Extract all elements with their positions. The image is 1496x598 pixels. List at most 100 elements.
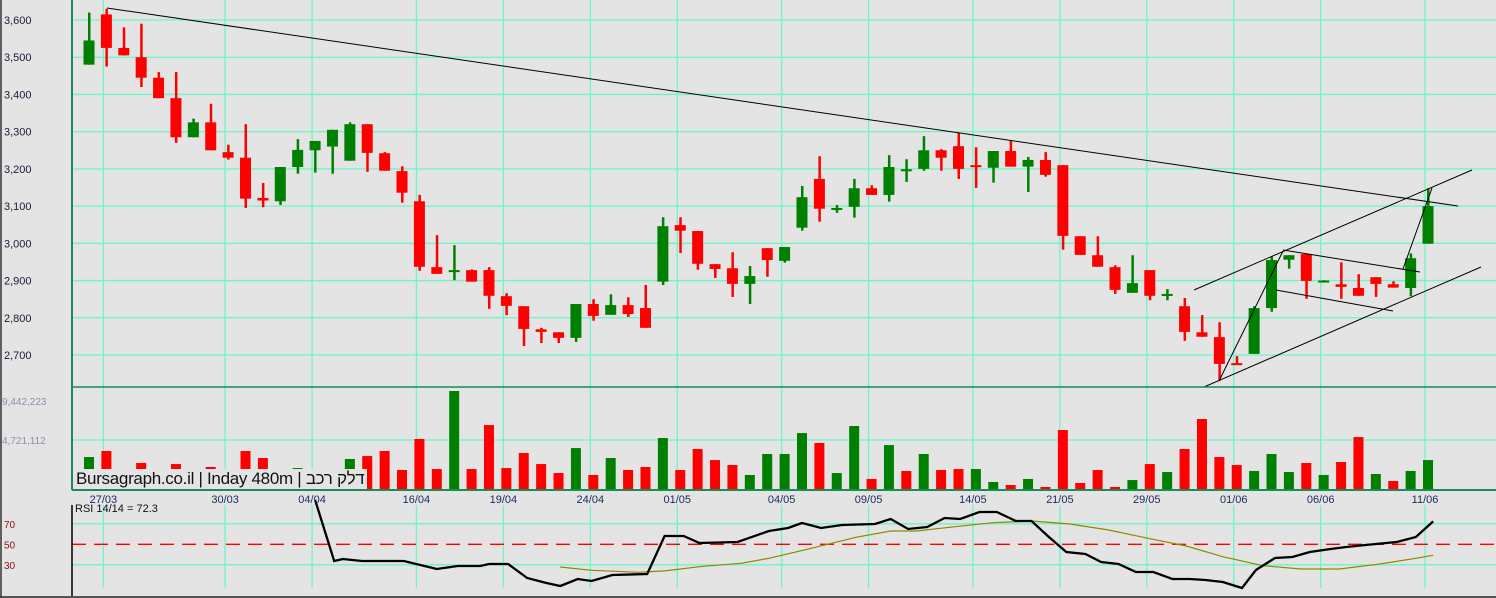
price-tick-label: 3,400 [4,89,32,101]
candle-body [187,122,199,138]
volume-bar [1196,418,1207,489]
date-tick-label: 21/05 [1046,494,1074,506]
rsi-level-label: 50 [4,540,16,551]
volume-bar [970,469,981,489]
date-tick-label: 29/05 [1133,494,1161,506]
candle-body [205,122,217,151]
volume-bar [605,457,616,489]
candle-body [344,124,356,161]
candlesticks [83,8,1434,382]
volume-bar [1388,481,1399,489]
candle-body [1005,151,1017,167]
volume-bar [1127,480,1138,489]
candle-body [379,153,391,171]
volume-bar [1266,453,1277,489]
volume-bar [640,466,651,489]
rise-line [1218,250,1284,382]
volume-bar [1370,473,1381,489]
price-tick-label: 3,000 [4,238,32,250]
volume-bar [1405,470,1416,489]
volume-bar [379,450,390,489]
volume-bar [1144,464,1155,489]
volume-tick-label: 4,721,112 [2,436,46,447]
volume-bar [1423,460,1434,489]
candle-body [1335,284,1347,287]
date-tick-label: 16/04 [403,494,431,506]
volume-bar [1162,472,1173,489]
volume-bar [1023,478,1034,489]
candle-body [1022,159,1034,167]
candle-body [900,169,912,172]
volume-bar [397,469,408,489]
volume-bar [744,474,755,489]
volume-bar [536,464,547,489]
candle-body [518,306,530,329]
volume-bar [588,474,599,489]
candle-wick [974,147,978,188]
date-tick-label: 01/05 [663,494,691,506]
date-tick-label: 14/05 [959,494,987,506]
volume-bar [1110,486,1121,489]
date-tick-label: 30/03 [211,494,239,506]
volume-bar [727,465,738,489]
volume-bar [1005,485,1016,489]
candle-wick [748,266,752,304]
volume-bar [1249,470,1260,489]
volume-bar [883,445,894,489]
candle-body [448,270,460,273]
volume-bar [623,469,634,489]
candle-body [639,308,651,328]
candle-wick [1340,262,1343,299]
volume-bar [1214,457,1225,489]
volume-bar [501,468,512,489]
price-tick-label: 2,900 [4,276,32,288]
price-tick-label: 3,500 [4,52,32,64]
date-tick-label: 04/04 [298,494,326,506]
candle-body [1213,337,1225,364]
volume-bar [570,448,581,489]
volume-bar [1336,461,1347,489]
candle-body [709,264,721,270]
candle-body [274,167,286,202]
candle-body [240,157,252,199]
candle-body [605,305,617,315]
volume-bar [675,469,686,489]
price-tick-label: 2,700 [4,350,32,362]
rsi-level-label: 70 [4,520,16,531]
candle-body [1422,206,1434,244]
candle-wick [679,217,682,253]
candle-body [1144,270,1156,296]
volume-bar [1179,449,1190,489]
candle-body [100,14,112,48]
candle-body [1161,293,1173,296]
candle-body [1039,159,1051,175]
candle-body [326,129,338,147]
volume-bar [657,438,668,489]
volume-bar [553,473,564,489]
candle-body [883,167,895,195]
volume-bar [414,438,425,489]
candle-body [1126,283,1138,293]
candle-body [500,296,512,306]
volume-bar [1301,462,1312,489]
volume-bar [831,473,842,489]
candle-body [761,248,773,261]
volume-bar [518,453,529,489]
candle-body [657,226,669,282]
candle-body [848,188,860,207]
candle-body [1352,287,1364,296]
candle-body [1179,306,1191,332]
volume-bar [449,391,460,489]
candle-body [1109,267,1121,290]
candle-body [309,140,321,151]
candle-body [935,150,947,158]
candle-body [1387,284,1399,288]
volume-bar [1075,482,1086,489]
volume-bar [1353,437,1364,489]
candle-body [779,247,791,261]
volume-bar [692,449,703,489]
candle-body [570,303,582,338]
volume-bar [1092,469,1103,489]
candle-body [1370,277,1382,284]
candle-body [396,171,408,193]
